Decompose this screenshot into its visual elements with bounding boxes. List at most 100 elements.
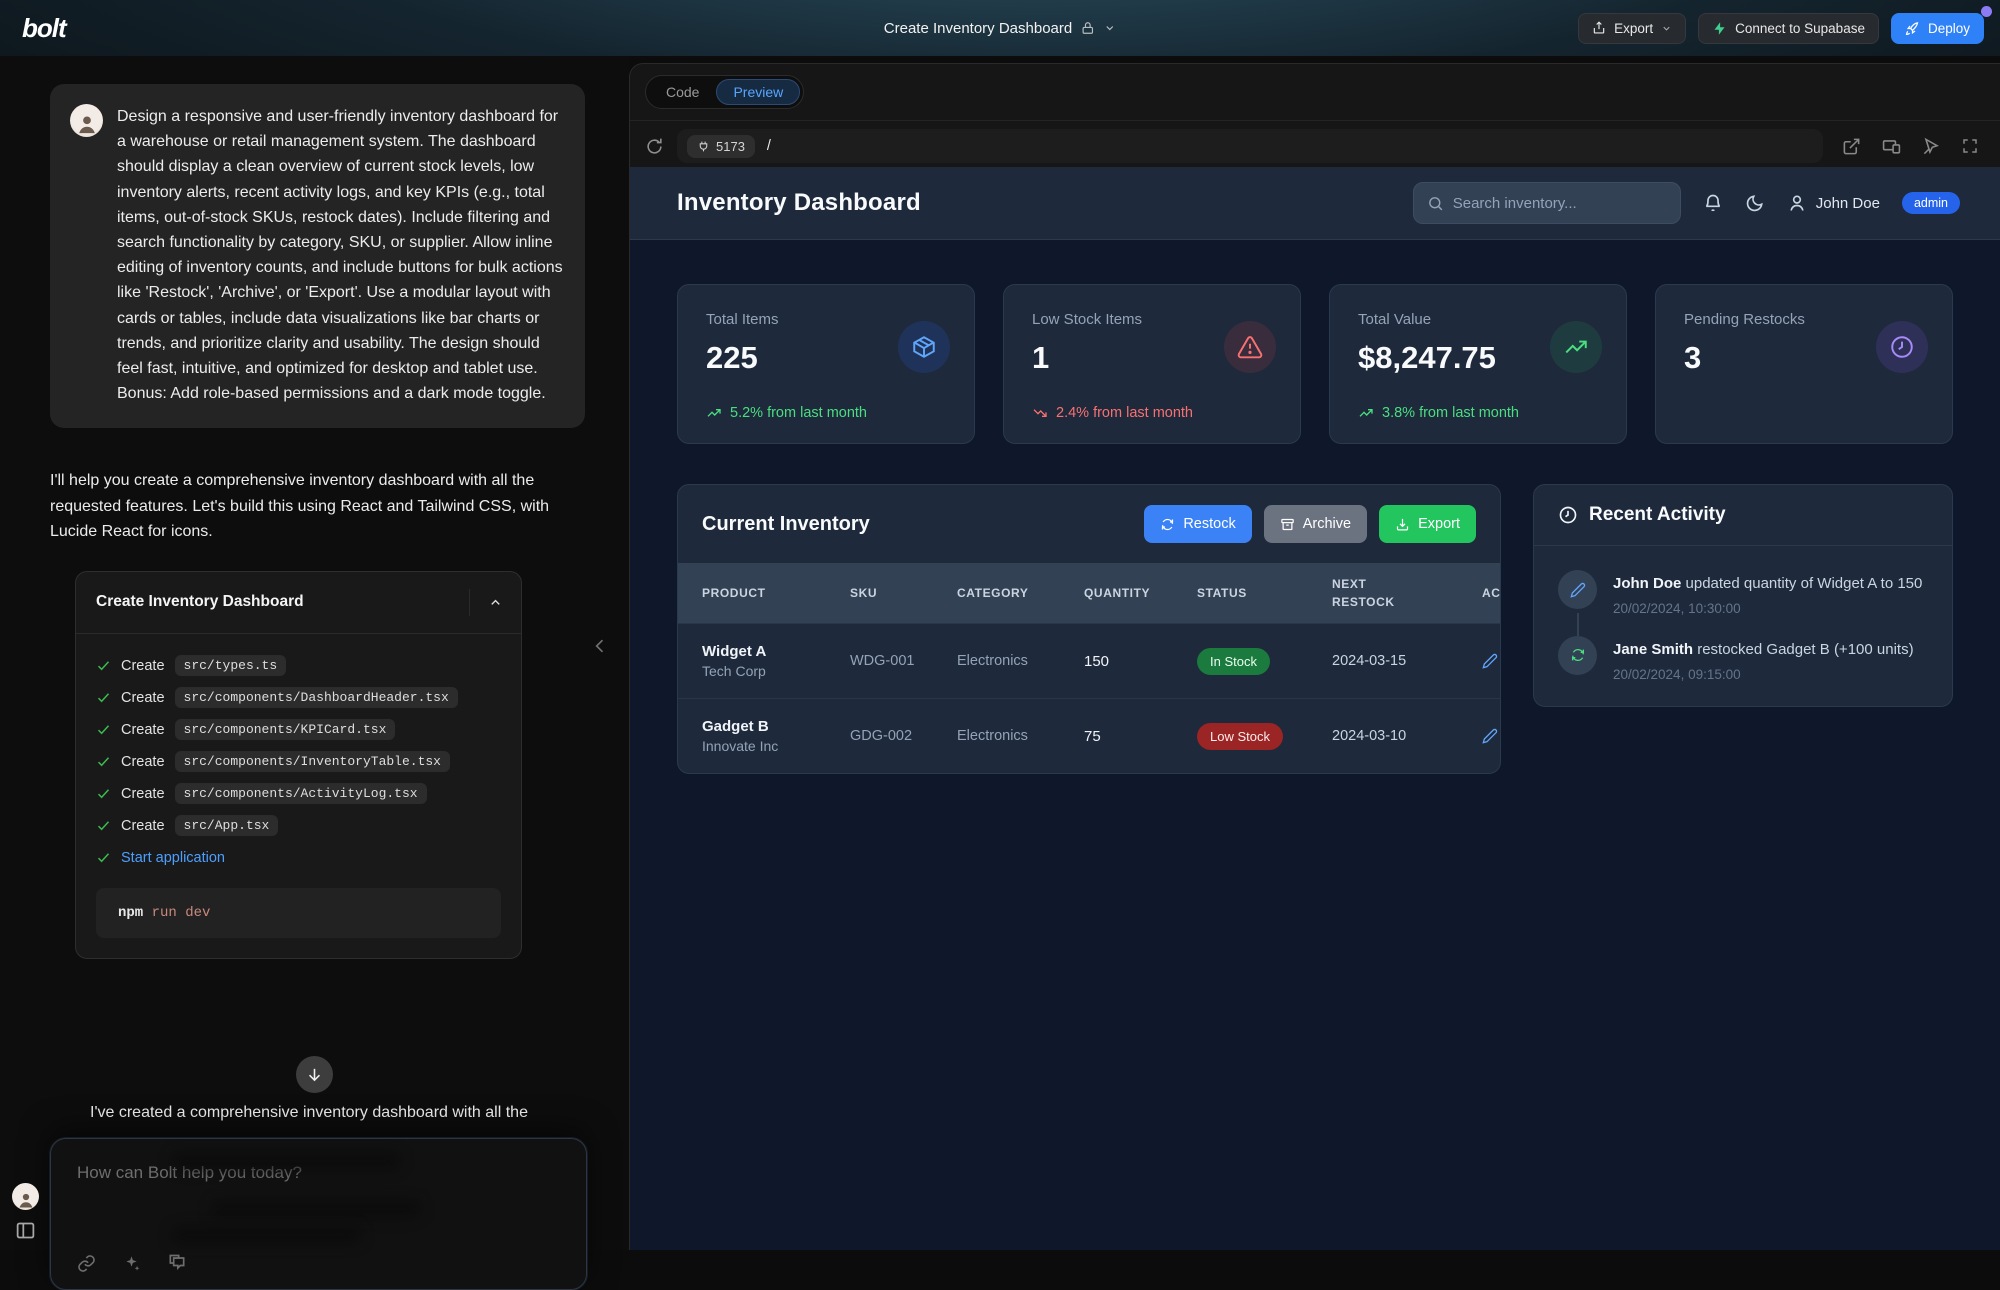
bell-icon[interactable] [1703, 193, 1723, 213]
clock-icon [1558, 505, 1578, 525]
product-supplier: Innovate Inc [702, 738, 850, 754]
inspector-cursor-icon[interactable] [1922, 137, 1941, 156]
file-link[interactable]: src/components/ActivityLog.tsx [175, 783, 427, 804]
step-action: Create [121, 818, 165, 834]
scroll-to-bottom-button[interactable] [296, 1056, 333, 1093]
collapse-chat-button[interactable] [590, 636, 610, 656]
chevron-up-icon[interactable] [469, 589, 521, 616]
file-link[interactable]: src/App.tsx [175, 815, 279, 836]
step-action: Create [121, 786, 165, 802]
account-avatar[interactable] [12, 1183, 39, 1210]
open-external-icon[interactable] [1842, 137, 1861, 156]
export-button[interactable]: Export [1379, 505, 1476, 543]
plug-icon [697, 140, 710, 153]
file-link[interactable]: src/components/KPICard.tsx [175, 719, 396, 740]
plan-card-header[interactable]: Create Inventory Dashboard [76, 572, 521, 634]
quantity-cell[interactable]: 75 [1084, 728, 1197, 745]
chat-input[interactable] [77, 1163, 560, 1227]
column-header: ACTIONS [1482, 586, 1501, 600]
start-application-link[interactable]: Start application [121, 850, 225, 866]
file-link[interactable]: src/components/InventoryTable.tsx [175, 751, 450, 772]
chevron-down-icon [1661, 23, 1672, 34]
user-message: Design a responsive and user-friendly in… [50, 84, 585, 428]
kpi-card-total-value: Total Value $8,247.75 3.8% from last mon… [1329, 284, 1627, 444]
inventory-table-card: Current Inventory Restock Archive [677, 484, 1501, 774]
plan-step: Create src/components/DashboardHeader.ts… [96, 682, 501, 714]
activity-title: Recent Activity [1589, 504, 1726, 526]
check-icon [96, 850, 111, 865]
plan-step: Create src/components/KPICard.tsx [96, 714, 501, 746]
user-menu[interactable]: John Doe [1787, 193, 1880, 213]
status-badge: Low Stock [1197, 723, 1283, 750]
category-cell: Electronics [957, 653, 1084, 669]
package-icon [898, 321, 950, 373]
pencil-icon [1558, 570, 1597, 609]
restock-button[interactable]: Restock [1144, 505, 1251, 543]
dark-mode-toggle-icon[interactable] [1745, 193, 1765, 213]
chat-panel: Design a responsive and user-friendly in… [0, 56, 629, 1250]
url-bar[interactable]: 5173 / [677, 129, 1823, 163]
plan-step: Create src/App.tsx [96, 810, 501, 842]
user-avatar [70, 104, 103, 137]
app-title: Inventory Dashboard [677, 189, 921, 217]
redacted-content [211, 1201, 421, 1217]
file-link[interactable]: src/types.ts [175, 655, 287, 676]
column-header: NEXT RESTOCK [1332, 575, 1398, 611]
connect-supabase-button[interactable]: Connect to Supabase [1698, 13, 1879, 44]
table-row[interactable]: Widget A Tech Corp WDG-001 Electronics 1… [678, 623, 1500, 698]
column-header: SKU [850, 586, 957, 600]
chevron-down-icon [1104, 22, 1116, 34]
sidebar-toggle-icon[interactable] [15, 1220, 36, 1241]
port-pill[interactable]: 5173 [687, 135, 755, 158]
tab-preview[interactable]: Preview [716, 79, 800, 105]
quantity-cell[interactable]: 150 [1084, 653, 1197, 670]
next-restock-cell: 2024-03-10 [1332, 728, 1482, 744]
device-preview-icon[interactable] [1881, 137, 1902, 156]
deploy-label: Deploy [1928, 21, 1970, 36]
enhance-sparkles-icon[interactable] [122, 1254, 141, 1273]
reload-icon[interactable] [645, 137, 664, 156]
next-restock-cell: 2024-03-15 [1332, 653, 1482, 669]
restock-label: Restock [1183, 516, 1235, 532]
deploy-button[interactable]: Deploy [1891, 13, 1984, 44]
plan-step: Create src/types.ts [96, 650, 501, 682]
recent-activity-card: Recent Activity [1533, 484, 1953, 707]
rocket-icon [1905, 21, 1920, 36]
activity-user: Jane Smith [1613, 641, 1693, 658]
edit-pencil-icon[interactable] [1482, 653, 1498, 669]
export-label: Export [1418, 516, 1460, 532]
bolt-logo[interactable]: bolt [16, 13, 66, 44]
activity-user: John Doe [1613, 575, 1681, 592]
check-icon [96, 786, 111, 801]
activity-timestamp: 20/02/2024, 10:30:00 [1613, 601, 1922, 616]
inventory-search[interactable] [1413, 182, 1681, 224]
tab-code[interactable]: Code [649, 79, 716, 105]
column-header: PRODUCT [702, 586, 850, 600]
user-name: John Doe [1816, 195, 1880, 212]
alert-triangle-icon [1224, 321, 1276, 373]
table-row[interactable]: Gadget B Innovate Inc GDG-002 Electronic… [678, 698, 1500, 773]
plan-step: Create src/components/InventoryTable.tsx [96, 746, 501, 778]
plan-step: Create src/components/ActivityLog.tsx [96, 778, 501, 810]
assistant-message: I'll help you create a comprehensive inv… [50, 468, 585, 545]
user-icon [1787, 193, 1807, 213]
lock-icon [1081, 21, 1095, 35]
export-button[interactable]: Export [1578, 13, 1686, 44]
activity-timestamp: 20/02/2024, 09:15:00 [1613, 667, 1914, 682]
file-link[interactable]: src/components/DashboardHeader.tsx [175, 687, 458, 708]
archive-label: Archive [1303, 516, 1351, 532]
edit-pencil-icon[interactable] [1482, 728, 1498, 744]
kpi-card-pending-restocks: Pending Restocks 3 [1655, 284, 1953, 444]
trending-up-icon [706, 405, 722, 421]
archive-button[interactable]: Archive [1264, 505, 1367, 543]
fullscreen-icon[interactable] [1961, 137, 1979, 155]
project-title-menu[interactable]: Create Inventory Dashboard [884, 0, 1116, 56]
attach-link-icon[interactable] [77, 1254, 96, 1273]
discuss-chat-icon[interactable] [167, 1253, 187, 1273]
trending-down-icon [1032, 405, 1048, 421]
search-input[interactable] [1453, 195, 1667, 212]
kpi-trend-text: 2.4% from last month [1056, 405, 1193, 421]
plan-card: Create Inventory Dashboard Create src/ty… [75, 571, 522, 959]
clock-icon [1876, 321, 1928, 373]
search-icon [1427, 195, 1444, 212]
